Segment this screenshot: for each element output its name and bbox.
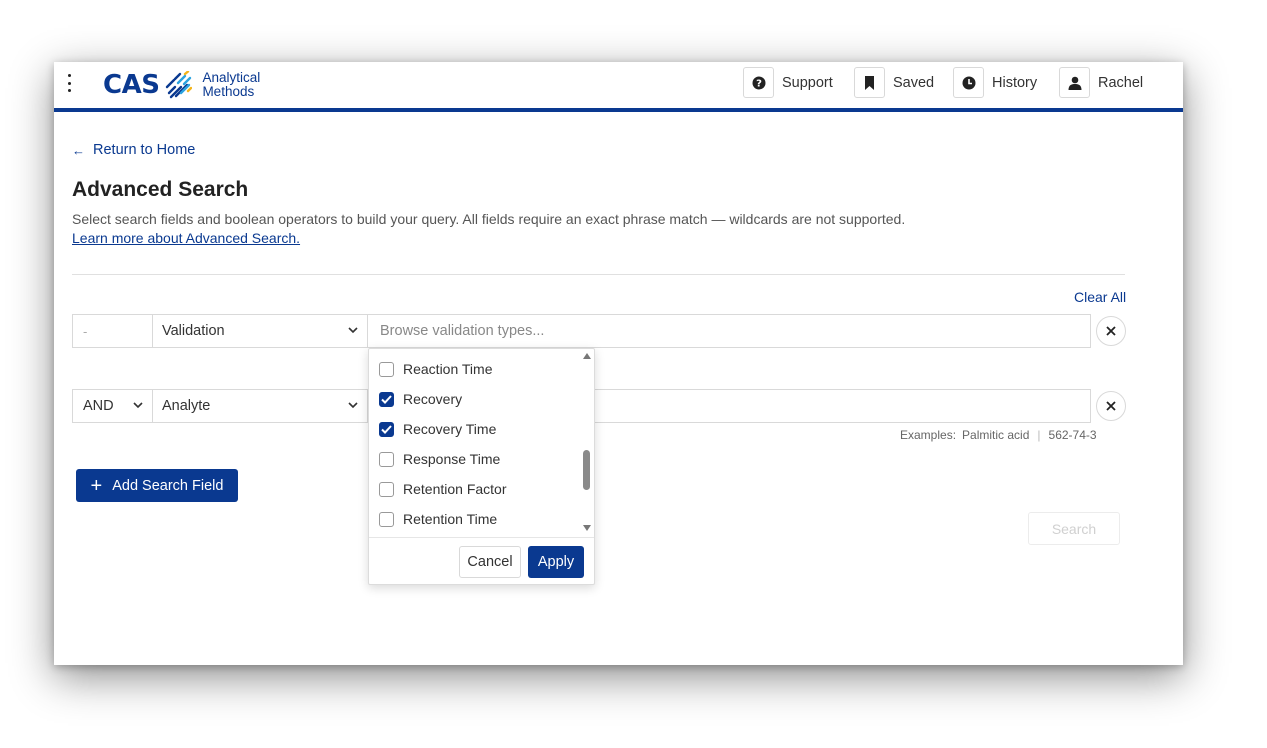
clock-icon	[953, 67, 984, 98]
checkbox-checked-icon[interactable]	[379, 421, 394, 437]
support-button[interactable]: ? Support	[743, 67, 833, 98]
logo[interactable]: CAS Analytical Methods	[103, 69, 260, 101]
operator-value-2: AND	[83, 398, 114, 414]
chevron-down-icon	[348, 327, 358, 334]
operator-select-2[interactable]: AND	[72, 389, 153, 423]
chevron-down-icon	[133, 402, 143, 409]
user-button[interactable]: Rachel	[1059, 67, 1143, 98]
field-value-1: Validation	[162, 323, 225, 339]
scroll-down-arrow-icon[interactable]	[583, 525, 591, 531]
option-label: Response Time	[403, 451, 501, 467]
examples-label: Examples:	[900, 428, 957, 442]
clear-all-link[interactable]: Clear All	[1074, 289, 1126, 305]
dropdown-cancel-button[interactable]: Cancel	[459, 546, 521, 578]
checkbox-checked-icon[interactable]	[379, 391, 394, 407]
dropdown-option[interactable]: Recovery Time	[379, 419, 496, 439]
option-label: Reaction Time	[403, 361, 493, 377]
return-label: Return to Home	[93, 142, 196, 158]
dropdown-apply-button[interactable]: Apply	[528, 546, 584, 578]
example-2: 562-74-3	[1048, 428, 1097, 442]
option-label: Recovery Time	[403, 421, 497, 437]
page-title: Advanced Search	[72, 178, 249, 201]
kebab-menu-icon[interactable]	[64, 74, 74, 92]
app-window: CAS Analytical Methods ? Support Saved H…	[54, 62, 1183, 665]
page-description: Select search fields and boolean operato…	[72, 211, 906, 227]
logo-brand: CAS	[103, 70, 160, 100]
checkbox-unchecked-icon[interactable]	[379, 451, 394, 467]
examples-hint: Examples: Palmitic acid | 562-74-3	[900, 428, 1097, 442]
validation-placeholder: Browse validation types...	[380, 323, 545, 339]
section-divider	[72, 274, 1125, 275]
search-button[interactable]: Search	[1028, 512, 1120, 545]
bookmark-icon	[854, 67, 885, 98]
user-icon	[1059, 67, 1090, 98]
checkbox-unchecked-icon[interactable]	[379, 361, 394, 377]
close-icon	[1106, 401, 1116, 411]
dropdown-option[interactable]: Recovery	[379, 389, 462, 409]
learn-more-link[interactable]: Learn more about Advanced Search.	[72, 230, 300, 246]
close-icon	[1106, 326, 1116, 336]
chevron-down-icon	[348, 402, 358, 409]
history-label: History	[992, 74, 1038, 91]
option-label: Retention Time	[403, 511, 498, 527]
option-label: Retention Factor	[403, 481, 507, 497]
saved-label: Saved	[893, 74, 935, 91]
dropdown-option[interactable]: Reaction Time	[379, 359, 492, 379]
logo-line-1: Analytical	[202, 70, 261, 85]
saved-button[interactable]: Saved	[854, 67, 934, 98]
dropdown-footer-divider	[369, 537, 594, 538]
support-label: Support	[782, 74, 833, 91]
dropdown-scrollbar-thumb[interactable]	[583, 450, 590, 490]
dropdown-option[interactable]: Retention Factor	[379, 479, 507, 499]
arrow-left-icon: ←	[72, 142, 85, 158]
field-select-2[interactable]: Analyte	[152, 389, 368, 423]
operator-value-1: -	[83, 323, 88, 339]
user-name: Rachel	[1098, 74, 1144, 91]
example-1: Palmitic acid	[962, 428, 1030, 442]
logo-text: Analytical Methods	[202, 71, 260, 99]
dropdown-option[interactable]: Response Time	[379, 449, 500, 469]
scroll-up-arrow-icon[interactable]	[583, 353, 591, 359]
validation-search-input[interactable]: Browse validation types...	[367, 314, 1091, 348]
return-to-home-link[interactable]: ← Return to Home	[72, 142, 195, 158]
operator-select-1[interactable]: -	[72, 314, 153, 348]
svg-text:?: ?	[756, 78, 762, 89]
examples-separator: |	[1037, 428, 1041, 442]
remove-row-1-button[interactable]	[1096, 316, 1126, 346]
logo-line-2: Methods	[202, 84, 255, 99]
checkbox-unchecked-icon[interactable]	[379, 511, 394, 527]
add-search-field-button[interactable]: + Add Search Field	[76, 469, 238, 502]
checkbox-unchecked-icon[interactable]	[379, 481, 394, 497]
add-search-field-label: Add Search Field	[112, 477, 224, 494]
remove-row-2-button[interactable]	[1096, 391, 1126, 421]
field-value-2: Analyte	[162, 398, 211, 414]
help-circle-icon: ?	[743, 67, 774, 98]
history-button[interactable]: History	[953, 67, 1037, 98]
dropdown-option[interactable]: Retention Time	[379, 509, 497, 529]
option-label: Recovery	[403, 391, 463, 407]
top-header: CAS Analytical Methods ? Support Saved H…	[54, 62, 1183, 112]
validation-types-dropdown: Reaction Time Recovery Recovery Time Res…	[368, 348, 595, 585]
field-select-1[interactable]: Validation	[152, 314, 368, 348]
logo-mark-icon	[166, 71, 193, 99]
plus-icon: +	[90, 474, 103, 497]
